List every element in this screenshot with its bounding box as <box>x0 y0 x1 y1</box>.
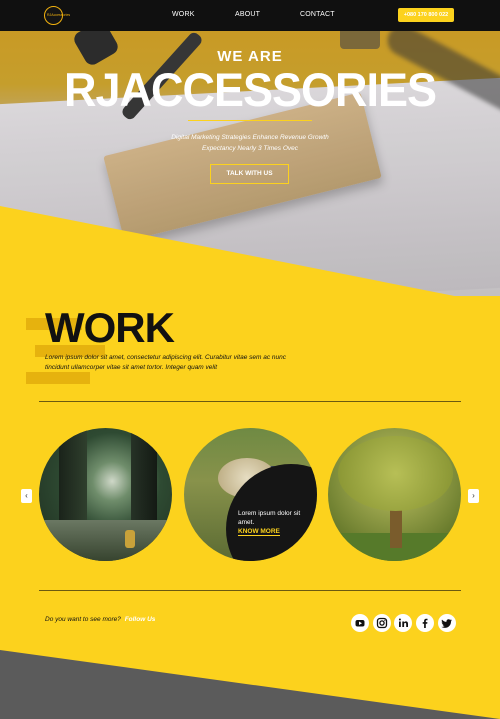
top-nav: RJAccessories WORK ABOUT CONTACT +080 17… <box>0 0 500 31</box>
hero-subtitle-line-2: Expectancy Nearly 3 Times Ovec <box>201 145 299 152</box>
hero-divider <box>188 120 312 121</box>
phone-button[interactable]: +080 170 800 022 <box>398 8 454 22</box>
know-more-link[interactable]: KNOW MORE <box>238 528 280 536</box>
hero-subtitle: Digital Marketing Strategies Enhance Rev… <box>0 132 500 154</box>
carousel-next-arrow-icon[interactable]: › <box>468 489 479 503</box>
decor-bar <box>26 372 90 384</box>
talk-with-us-button[interactable]: TALK WITH US <box>210 164 289 184</box>
see-more-prompt: Do you want to see more? Follow Us <box>45 616 155 623</box>
hero-subtitle-line-1: Digital Marketing Strategies Enhance Rev… <box>171 134 329 141</box>
divider <box>39 590 461 591</box>
youtube-icon[interactable] <box>351 614 369 632</box>
carousel-prev-arrow-icon[interactable]: ‹ <box>21 489 32 503</box>
see-more-question: Do you want to see more? <box>45 616 121 623</box>
work-card-tree[interactable] <box>328 428 461 561</box>
brand-logo[interactable]: RJAccessories <box>44 6 70 25</box>
work-heading: WORK <box>45 304 175 351</box>
logo-text: RJAccessories <box>47 13 71 17</box>
work-card-forest[interactable] <box>39 428 172 561</box>
twitter-icon[interactable] <box>438 614 456 632</box>
instagram-icon[interactable] <box>373 614 391 632</box>
hero-title: RJACCESSORIES <box>63 62 437 117</box>
work-description: Lorem ipsum dolor sit amet, consectetur … <box>45 354 286 371</box>
card-text: Lorem ipsum dolor sit amet. <box>238 510 301 526</box>
nav-contact-link[interactable]: CONTACT <box>300 11 335 18</box>
nav-work-link[interactable]: WORK <box>172 11 195 18</box>
follow-us-link[interactable]: Follow Us <box>125 616 156 623</box>
linkedin-icon[interactable] <box>394 614 412 632</box>
facebook-icon[interactable] <box>416 614 434 632</box>
work-card-farmer[interactable]: Lorem ipsum dolor sit amet. KNOW MORE <box>184 428 317 561</box>
nav-about-link[interactable]: ABOUT <box>235 11 260 18</box>
divider <box>39 401 461 402</box>
